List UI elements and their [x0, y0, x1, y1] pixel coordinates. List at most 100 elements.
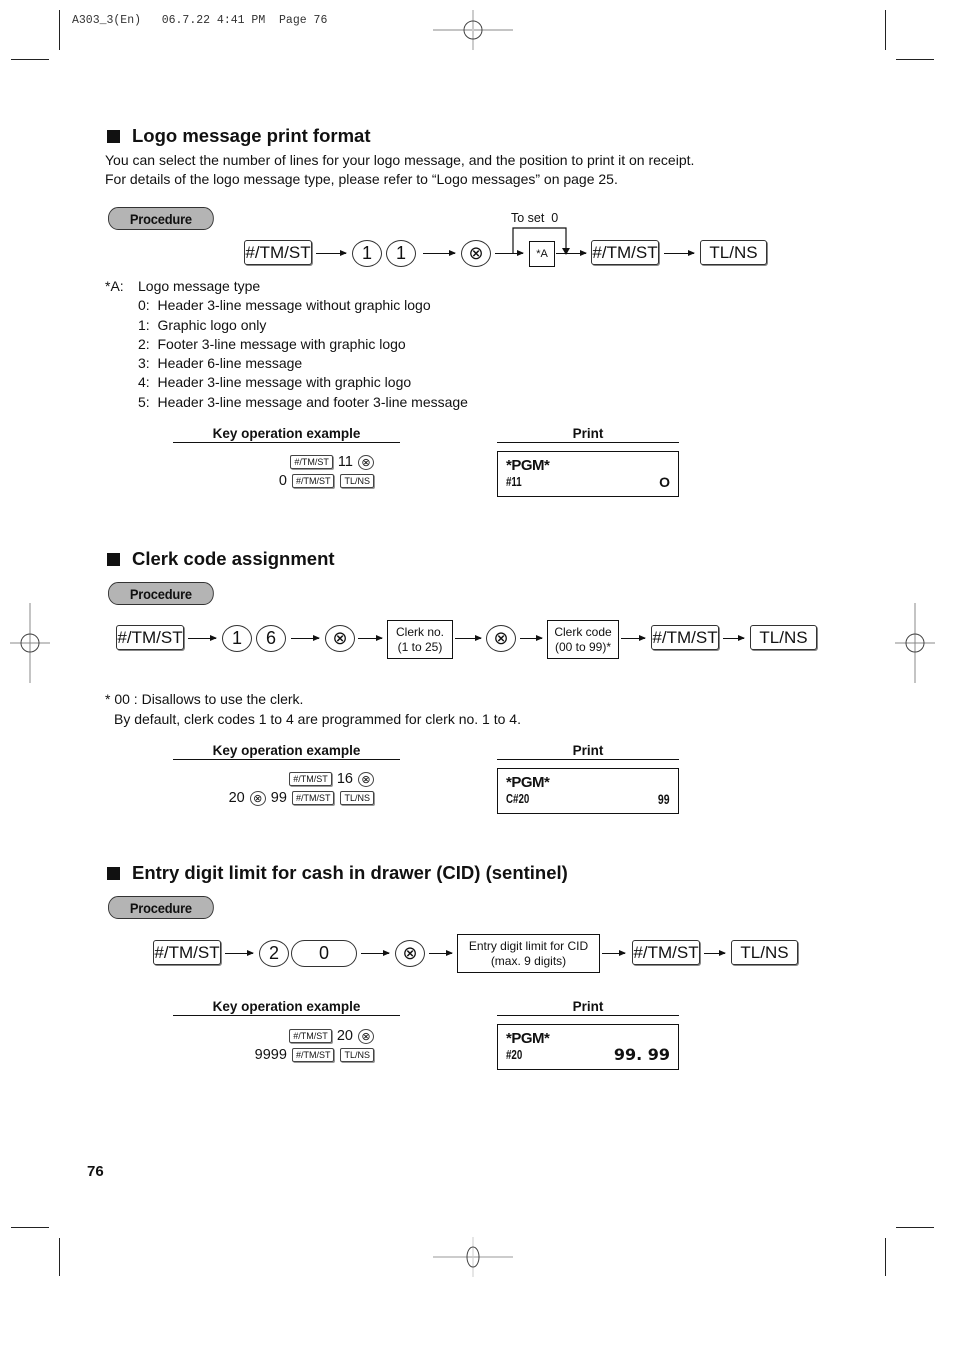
intro-line-2: For details of the logo message type, pl…: [105, 171, 618, 187]
box-line: Clerk no.: [395, 624, 445, 639]
digit-key-zero-wide: 0: [291, 940, 357, 967]
crop-mark: [59, 1238, 60, 1276]
box-line: Clerk code: [554, 624, 612, 639]
legend-heading: *A: Logo message type: [105, 278, 260, 294]
legend-item: 1: Graphic logo only: [138, 317, 267, 333]
crop-mark: [896, 59, 934, 60]
receipt-print: *PGM* #11 O: [497, 451, 679, 497]
flow-arrow: [188, 635, 217, 641]
receipt-code: C#20: [506, 791, 530, 806]
legend-item: 2: Footer 3-line message with graphic lo…: [138, 336, 406, 352]
tm-st-key-small: #/TM/ST: [291, 1048, 335, 1063]
tm-st-key-small: #/TM/ST: [289, 772, 332, 787]
section-heading-logo-format: Logo message print format: [107, 125, 370, 147]
tm-st-key-small: #/TM/ST: [289, 1029, 332, 1044]
legend-item: 3: Header 6-line message: [138, 355, 303, 371]
flow-arrow: [316, 250, 347, 256]
flow-arrow: [225, 950, 254, 956]
key-op-line-2: 9999 #/TM/ST TL/NS: [255, 1047, 375, 1063]
logo-type-input-box: *A: [529, 241, 555, 267]
receipt-print: *PGM* C#20 99: [497, 768, 679, 814]
key-op-number: 16: [336, 771, 353, 787]
key-op-number: 99: [270, 790, 287, 806]
box-line: Entry digit limit for CID: [468, 938, 589, 953]
multiply-key-icon: ⊗: [358, 454, 374, 470]
flow-arrow: [664, 250, 695, 256]
key-op-number: 9999: [254, 1047, 287, 1063]
tm-st-key: #/TM/ST: [244, 240, 312, 265]
key-op-number: 11: [337, 454, 353, 470]
key-op-line-1: #/TM/ST 16 ⊗: [288, 771, 375, 787]
crop-mark: [885, 10, 886, 50]
clerk-no-input-box: Clerk no. (1 to 25): [387, 620, 453, 659]
multiply-key-icon: ⊗: [486, 625, 516, 652]
box-line: (max. 9 digits): [490, 953, 567, 968]
procedure-badge: Procedure: [108, 582, 214, 605]
tm-st-key: #/TM/ST: [153, 940, 221, 965]
tm-st-key-small: #/TM/ST: [291, 791, 335, 806]
tl-ns-key: TL/NS: [700, 240, 767, 265]
flow-arrow: [423, 250, 456, 256]
section-heading-cid-limit: Entry digit limit for cash in drawer (CI…: [107, 862, 568, 884]
procedure-badge: Procedure: [108, 207, 214, 230]
key-op-number: 20: [228, 790, 245, 806]
multiply-key-icon: ⊗: [395, 940, 425, 967]
procedure-badge: Procedure: [108, 896, 214, 919]
key-op-line-2: 0 #/TM/ST TL/NS: [279, 473, 375, 489]
key-op-line-1: #/TM/ST 20 ⊗: [288, 1028, 375, 1044]
crop-mark: [885, 1238, 886, 1276]
digit-key: 1: [222, 625, 252, 652]
print-header: Print: [497, 743, 679, 760]
receipt-code: #11: [506, 474, 522, 489]
legend-key: *A:: [105, 278, 124, 294]
bullet-square-icon: [107, 129, 120, 143]
print-header: Print: [497, 999, 679, 1016]
crop-mark: [11, 59, 49, 60]
flow-arrow: [358, 635, 383, 641]
flow-arrow: [602, 950, 626, 956]
key-op-number: 0: [278, 473, 287, 489]
crop-mark: [59, 10, 60, 50]
section-title: Logo message print format: [132, 125, 371, 146]
flow-arrow: [429, 950, 453, 956]
receipt-pgm: *PGM*: [506, 1030, 550, 1047]
registration-mark-top: [433, 10, 513, 50]
key-operation-header: Key operation example: [173, 426, 400, 443]
section-heading-clerk-code: Clerk code assignment: [107, 548, 335, 570]
tm-st-key: #/TM/ST: [591, 240, 659, 265]
flow-arrow: [520, 635, 543, 641]
registration-mark-left: [10, 603, 50, 683]
page-number: 76: [87, 1163, 104, 1180]
flow-arrow: [455, 635, 482, 641]
flow-arrow: [291, 635, 320, 641]
flow-arrow: [556, 250, 587, 256]
tl-ns-key: TL/NS: [731, 940, 798, 965]
bullet-square-icon: [107, 866, 120, 880]
flow-arrow: [361, 950, 390, 956]
tl-ns-key: TL/NS: [750, 625, 817, 650]
digit-key: 2: [259, 940, 289, 967]
multiply-key-icon: ⊗: [325, 625, 355, 652]
digit-key: 1: [352, 240, 382, 267]
receipt-code: #20: [506, 1047, 523, 1062]
legend-item: 5: Header 3-line message and footer 3-li…: [138, 394, 468, 410]
print-header: Print: [497, 426, 679, 443]
intro-line-1: You can select the number of lines for y…: [105, 152, 695, 168]
tm-st-key-small: #/TM/ST: [291, 474, 335, 489]
multiply-key-icon: ⊗: [461, 240, 491, 267]
flow-arrow: [723, 635, 745, 641]
legend-title: Logo message type: [138, 278, 261, 294]
clerk-note-1: * 00 : Disallows to use the clerk.: [105, 691, 304, 707]
section-title: Clerk code assignment: [132, 548, 335, 569]
crop-mark: [11, 1227, 49, 1228]
tm-st-key-small: #/TM/ST: [290, 455, 333, 470]
cid-limit-input-box: Entry digit limit for CID (max. 9 digits…: [457, 934, 600, 973]
flow-arrow: [704, 950, 726, 956]
tm-st-key: #/TM/ST: [651, 625, 719, 650]
multiply-key-icon: ⊗: [358, 771, 374, 787]
receipt-value: O: [659, 474, 670, 490]
clerk-note-2: By default, clerk codes 1 to 4 are progr…: [114, 711, 521, 727]
tl-ns-key-small: TL/NS: [340, 474, 374, 489]
clerk-code-input-box: Clerk code (00 to 99)*: [547, 620, 619, 659]
flow-arrow: [621, 635, 646, 641]
